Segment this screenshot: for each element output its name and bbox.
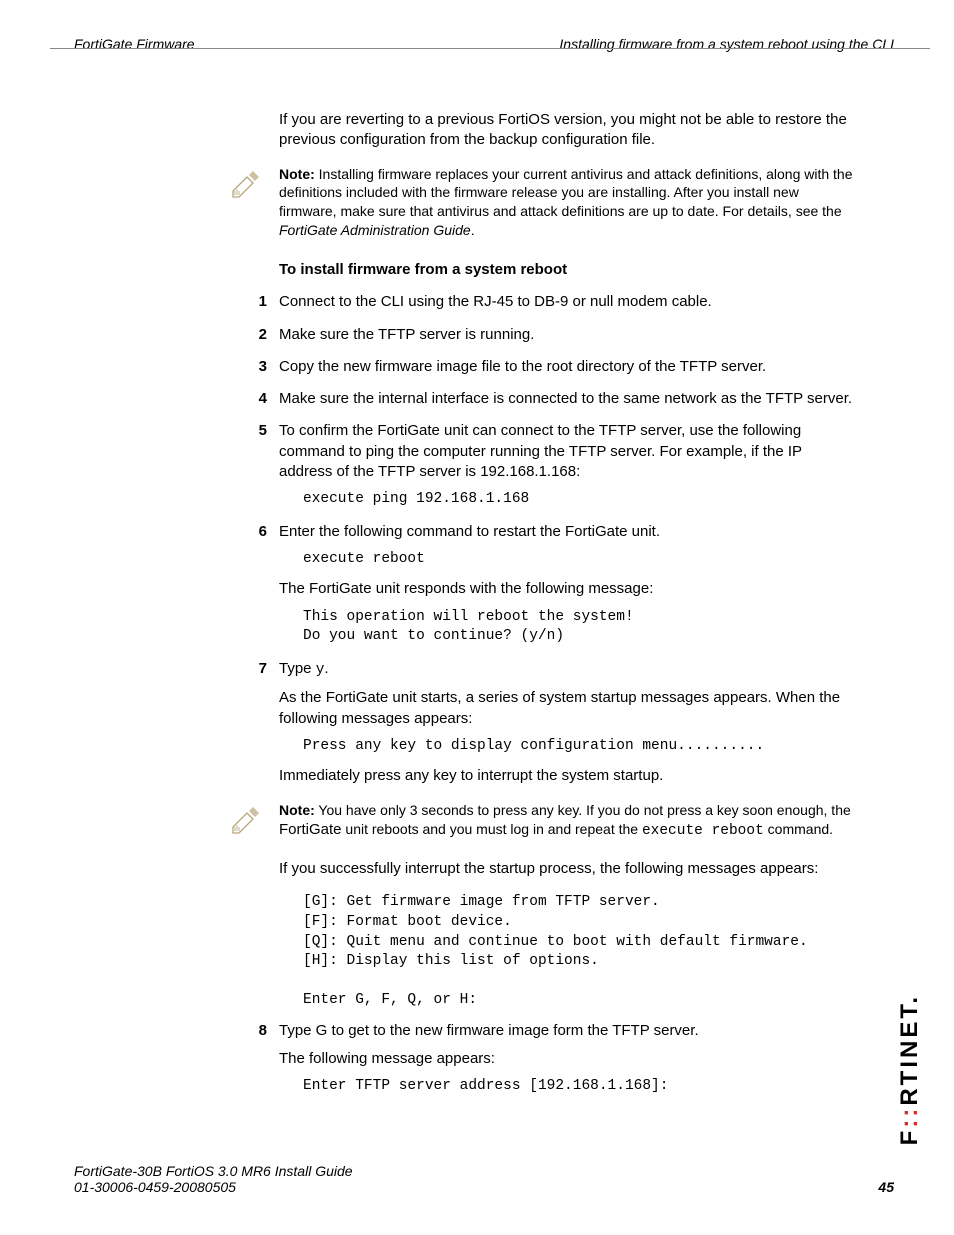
step-3: 3 Copy the new firmware image file to th… [279, 357, 859, 377]
step-4-num: 4 [239, 389, 267, 409]
step-7-lead: Type y. [279, 659, 859, 681]
step-7-p2: Immediately press any key to interrupt t… [279, 766, 859, 786]
note-block-1: Note: Installing firmware replaces your … [279, 165, 859, 241]
note-pencil-icon [229, 165, 265, 201]
intro-paragraph: If you are reverting to a previous Forti… [279, 110, 859, 151]
step-7-code: Press any key to display configuration m… [303, 737, 859, 757]
note-pencil-icon [229, 801, 265, 837]
section-heading: To install firmware from a system reboot [279, 260, 859, 280]
step-4-text: Make sure the internal interface is conn… [279, 389, 859, 409]
footer-line2: 01-30006-0459-20080505 [74, 1179, 353, 1195]
header-right: Installing firmware from a system reboot… [559, 36, 894, 52]
note-1-text: Note: Installing firmware replaces your … [279, 165, 859, 241]
step-2: 2 Make sure the TFTP server is running. [279, 325, 859, 345]
step-5-code: execute ping 192.168.1.168 [303, 490, 859, 510]
step-8-num: 8 [239, 1021, 267, 1041]
fortinet-logo: F::RTINET. [896, 994, 924, 1145]
note-1-label: Note: [279, 166, 315, 182]
footer-line1: FortiGate-30B FortiOS 3.0 MR6 Install Gu… [74, 1163, 353, 1179]
after-note2: If you successfully interrupt the startu… [279, 859, 859, 879]
page-number: 45 [878, 1179, 894, 1195]
step-6-after: The FortiGate unit responds with the fol… [279, 579, 859, 599]
step-6: 6 Enter the following command to restart… [279, 522, 859, 647]
step-8-p1: The following message appears: [279, 1049, 859, 1069]
header-left: FortiGate Firmware [74, 36, 195, 52]
menu-code: [G]: Get firmware image from TFTP server… [303, 893, 859, 1010]
step-3-text: Copy the new firmware image file to the … [279, 357, 859, 377]
step-2-text: Make sure the TFTP server is running. [279, 325, 859, 345]
step-6-code2: This operation will reboot the system! D… [303, 608, 859, 647]
step-1-text: Connect to the CLI using the RJ-45 to DB… [279, 292, 859, 312]
step-7-num: 7 [239, 659, 267, 679]
page-footer: FortiGate-30B FortiOS 3.0 MR6 Install Gu… [74, 1163, 894, 1195]
step-8-code: Enter TFTP server address [192.168.1.168… [303, 1077, 859, 1097]
step-5: 5 To confirm the FortiGate unit can conn… [279, 421, 859, 509]
step-2-num: 2 [239, 325, 267, 345]
step-8: 8 Type G to get to the new firmware imag… [279, 1021, 859, 1097]
note-2-text: Note: You have only 3 seconds to press a… [279, 801, 859, 841]
step-4: 4 Make sure the internal interface is co… [279, 389, 859, 409]
step-7: 7 Type y. As the FortiGate unit starts, … [279, 659, 859, 787]
step-6-text: Enter the following command to restart t… [279, 522, 859, 542]
step-6-num: 6 [239, 522, 267, 542]
step-1-num: 1 [239, 292, 267, 312]
step-8-text: Type G to get to the new firmware image … [279, 1021, 859, 1041]
step-3-num: 3 [239, 357, 267, 377]
step-1: 1 Connect to the CLI using the RJ-45 to … [279, 292, 859, 312]
step-7-p1: As the FortiGate unit starts, a series o… [279, 688, 859, 729]
header-rule [50, 48, 930, 49]
step-5-text: To confirm the FortiGate unit can connec… [279, 421, 859, 482]
note-block-2: Note: You have only 3 seconds to press a… [279, 801, 859, 841]
step-6-code: execute reboot [303, 550, 859, 570]
step-5-num: 5 [239, 421, 267, 441]
